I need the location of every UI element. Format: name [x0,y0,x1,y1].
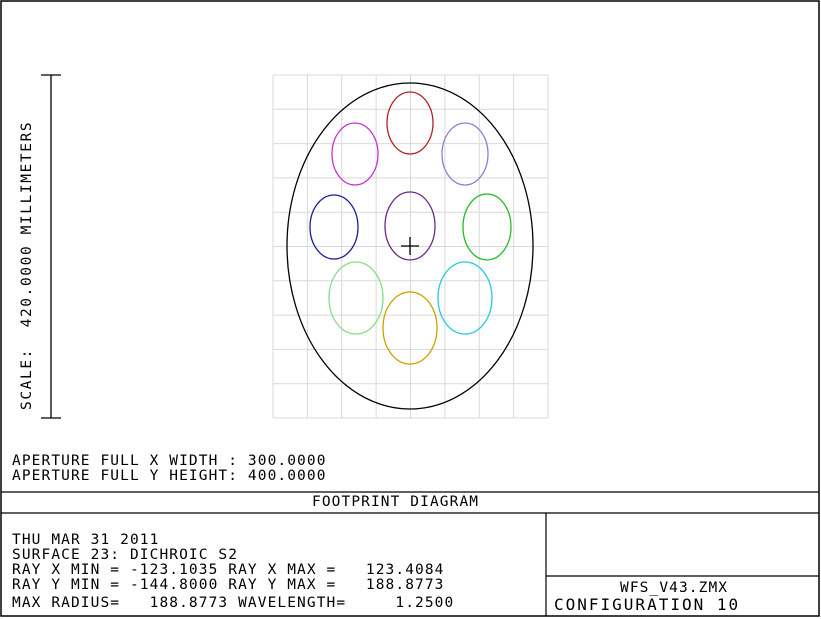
footprint-mid-left [309,194,359,260]
date-line: THU MAR 31 2011 [12,532,160,548]
crosshair-icon [401,237,419,255]
footprint-upper-right [441,122,489,186]
footprint-diagram-canvas [0,0,820,617]
footprint-mid-right [462,193,512,261]
surface-line: SURFACE 23: DICHROIC S2 [12,547,239,563]
diagram-title: FOOTPRINT DIAGRAM [312,494,480,510]
footprint-lower-left [328,261,384,335]
ray-y-line: RAY Y MIN = -144.8000 RAY Y MAX = 188.87… [12,577,445,593]
scale-label: SCALE: 420.0000 MILLIMETERS [19,120,35,410]
footprint-lower-right [437,261,493,335]
aperture-y-height: APERTURE FULL Y HEIGHT: 400.0000 [12,468,327,484]
max-radius-line: MAX RADIUS= 188.8773 WAVELENGTH= 1.2500 [12,595,455,611]
aperture-x-width: APERTURE FULL X WIDTH : 300.0000 [12,453,327,469]
ray-x-line: RAY X MIN = -123.1035 RAY X MAX = 123.40… [12,562,445,578]
configuration-label: CONFIGURATION 10 [554,595,741,614]
scale-bar [41,74,61,419]
footprint-upper-left [331,122,379,186]
file-name: WFS_V43.ZMX [620,580,729,596]
